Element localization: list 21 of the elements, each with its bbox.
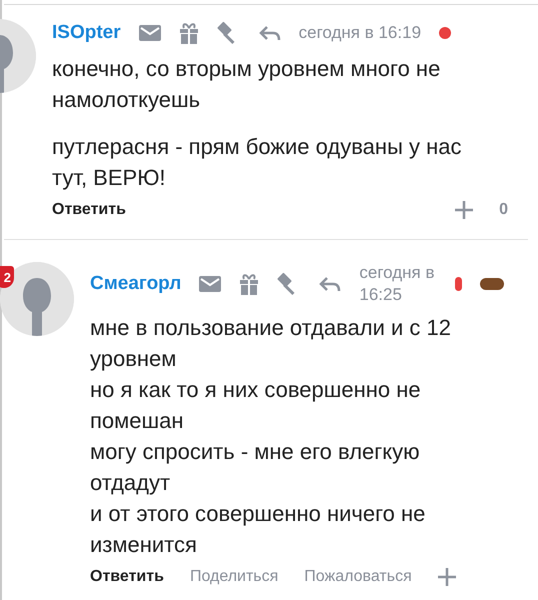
comment-text: мне в пользование отдавали и с 12 уровнем но я как то я них совершенно не помешан могу спросить - мне его влегкую отдадут и от этого совершенно ничего не изменится — [90, 314, 452, 559]
mail-icon[interactable] — [199, 276, 222, 292]
gift-icon[interactable] — [239, 273, 260, 295]
author-name[interactable]: ISOpter — [52, 22, 121, 44]
author-name[interactable]: Смеагорл — [90, 273, 182, 295]
mail-icon[interactable] — [138, 25, 161, 41]
reply-link[interactable]: Ответить — [90, 568, 164, 586]
gift-icon[interactable] — [178, 22, 199, 44]
action-link[interactable]: Пожаловаться — [304, 568, 412, 586]
comment-time: сегодня в 16:25 — [359, 262, 436, 306]
action-link[interactable]: Поделиться — [190, 568, 278, 586]
level-badge: 2 — [0, 266, 14, 288]
vote-score: 0 — [499, 201, 508, 219]
plus-icon[interactable] — [438, 568, 456, 586]
plus-icon[interactable] — [455, 201, 474, 219]
reply-icon[interactable] — [319, 276, 342, 292]
comment-time: сегодня в 16:19 — [298, 22, 422, 44]
reply-link[interactable]: Ответить — [52, 201, 126, 219]
comment-text: путлерасня - прям божие одуваны у нас тут, ВЕРЮ! — [52, 133, 462, 192]
comment-text: конечно, со вторым уровнем много не намолоткуешь — [52, 55, 442, 114]
reply-icon[interactable] — [258, 25, 281, 41]
